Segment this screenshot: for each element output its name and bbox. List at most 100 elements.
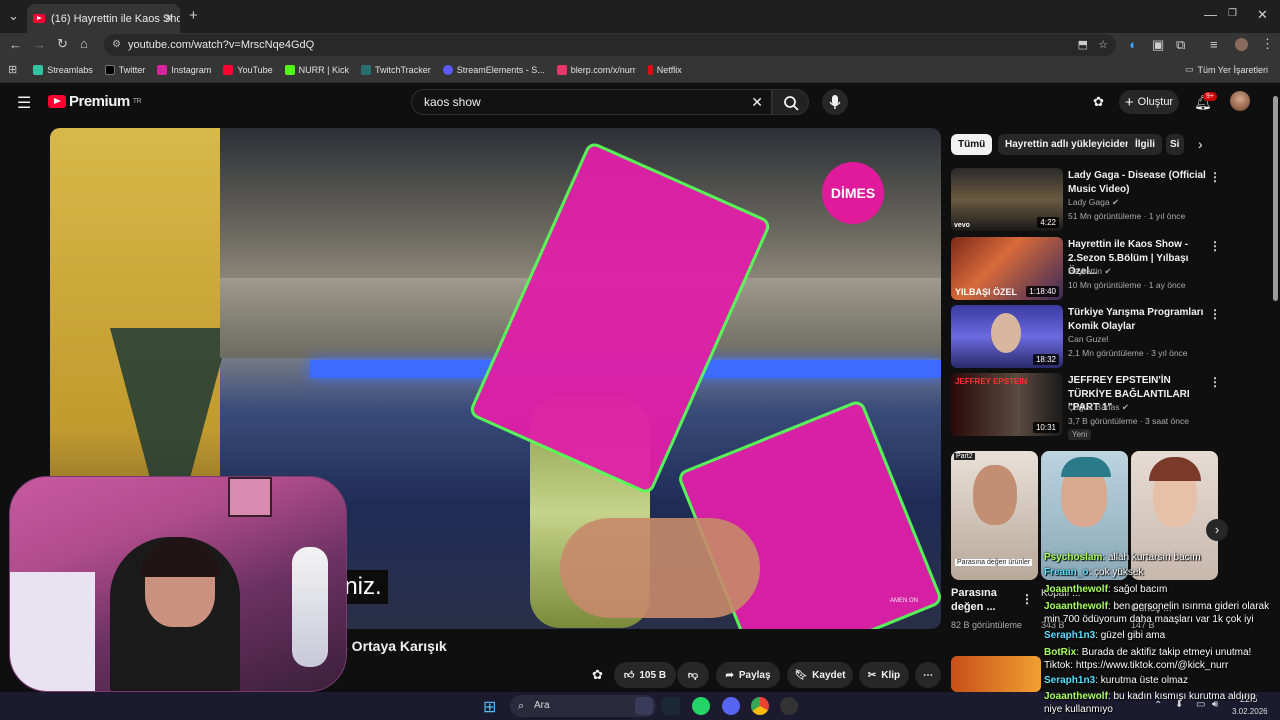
clip-button[interactable]: ✂ Klip <box>859 662 909 688</box>
bookmark-instagram[interactable]: Instagram <box>157 64 211 75</box>
webcam-overlay <box>9 476 347 692</box>
recommendation-channel: Can Guzel <box>1068 334 1109 344</box>
install-app-icon[interactable]: ⬒ <box>1078 34 1088 56</box>
chip-from-uploader[interactable]: Hayrettin adlı yükleyiciden <box>998 134 1139 155</box>
premium-badge-icon[interactable]: ✿ <box>1093 94 1104 110</box>
bookmark-streamlabs[interactable]: Streamlabs <box>33 64 93 75</box>
youtube-premium-logo[interactable]: Premium TR <box>48 93 142 110</box>
steam-icon[interactable] <box>662 697 680 715</box>
recommendation-channel: Hayrettin ✔ <box>1068 266 1112 276</box>
recommendation-item[interactable]: 18:32 Türkiye Yarışma Programları Komik … <box>951 305 1261 369</box>
bookmark-kick[interactable]: NURR | Kick <box>284 64 349 75</box>
shorts-next-icon[interactable]: › <box>1206 519 1228 541</box>
reload-icon[interactable]: ↻ <box>57 36 68 52</box>
clear-search-icon[interactable]: ✕ <box>751 90 763 114</box>
dimes-logo: DİMES <box>822 162 884 224</box>
taskbar-app-icon[interactable] <box>635 697 653 715</box>
recommendation-item[interactable]: YILBAŞI ÖZEL 1:18:40 Hayrettin ile Kaos … <box>951 237 1261 301</box>
create-button[interactable]: + Oluştur <box>1119 90 1179 114</box>
short-hair-shape <box>1061 457 1111 477</box>
chrome-menu-icon[interactable]: ⋮ <box>1261 36 1274 52</box>
all-bookmarks[interactable]: ▭ Tüm Yer İşaretleri <box>1185 64 1268 75</box>
account-avatar[interactable] <box>1230 91 1250 111</box>
premium-feature-icon[interactable]: ✿ <box>592 667 603 683</box>
media-control-icon[interactable]: ≡ <box>1210 37 1218 52</box>
share-icon: ➦ <box>725 669 734 681</box>
bookmark-streamelements[interactable]: StreamElements - S... <box>442 64 545 75</box>
video-pink-pack-shape <box>467 140 773 496</box>
recommendation-meta: 51 Mn görüntüleme · 1 yıl önce <box>1068 211 1186 221</box>
new-tab-icon[interactable]: + <box>189 7 198 24</box>
home-icon[interactable]: ⌂ <box>80 36 88 51</box>
like-button[interactable]: 👍︎ 105 B <box>614 662 676 688</box>
tab-search-icon[interactable]: ⌄ <box>8 8 19 24</box>
bookmark-twitter[interactable]: Twitter <box>104 64 145 75</box>
recommendation-thumbnail[interactable]: YILBAŞI ÖZEL 1:18:40 <box>951 237 1063 300</box>
obs-icon[interactable] <box>780 697 798 715</box>
short-views: 82 B görüntüleme <box>951 620 1023 630</box>
chips-next-icon[interactable]: › <box>1198 136 1203 152</box>
recommendation-thumbnail[interactable]: JEFFREY EPSTEIN 10:31 <box>951 373 1063 436</box>
chat-message: BotRix: Burada de aktifiz takip etmeyi u… <box>1044 647 1252 671</box>
webcam-microphone-shape <box>292 547 328 667</box>
thumbnail-text: JEFFREY EPSTEIN <box>955 377 1028 386</box>
short-more-icon[interactable]: ⋮ <box>1021 592 1033 606</box>
forward-icon[interactable]: → <box>33 37 46 52</box>
recommendation-title: Türkiye Yarışma Programları Komik Olayla… <box>1068 307 1204 332</box>
chat-message: Freaan_o: çok yüksek <box>1044 567 1144 578</box>
chat-message: Joaanthewolf: sağol bacım <box>1044 584 1168 595</box>
recommendation-item[interactable]: vevo 4:22 Lady Gaga - Disease (Official … <box>951 168 1261 232</box>
short-hair-shape <box>1149 457 1201 481</box>
whatsapp-icon[interactable] <box>692 697 710 715</box>
voice-search-button[interactable] <box>822 89 848 115</box>
recommendation-thumbnail[interactable]: 18:32 <box>951 305 1063 368</box>
chrome-icon[interactable] <box>751 697 769 715</box>
save-bookmark-icon: 🔖︎ <box>794 669 808 681</box>
extension-audio-icon[interactable]: ◖ <box>1128 37 1136 52</box>
youtube-favicon-icon <box>33 14 45 23</box>
more-actions-button[interactable]: ⋯ <box>915 662 941 688</box>
verified-icon: ✔ <box>1111 197 1120 207</box>
close-window-icon[interactable]: ✕ <box>1257 7 1268 23</box>
bookmark-netflix[interactable]: Netflix <box>647 64 682 75</box>
recommendation-thumbnail[interactable]: vevo 4:22 <box>951 168 1063 231</box>
save-button[interactable]: 🔖︎ Kaydet <box>787 662 853 688</box>
more-options-icon[interactable]: ⋮ <box>1209 375 1221 389</box>
hamburger-menu-icon[interactable]: ☰ <box>17 93 31 113</box>
bookmark-blerp[interactable]: blerp.com/x/nurr <box>556 64 636 75</box>
browser-tab[interactable]: (16) Hayrettin ile Kaos Show - 2 ✕ <box>27 4 180 33</box>
discord-icon[interactable] <box>722 697 740 715</box>
extensions-puzzle-icon[interactable]: ⧉ <box>1176 37 1185 53</box>
windows-start-icon[interactable]: ⊞ <box>483 697 496 717</box>
bookmark-twitchtracker[interactable]: TwitchTracker <box>361 64 431 75</box>
recommendation-channel: Çağlar Barlas ✔ <box>1068 402 1129 412</box>
close-tab-icon[interactable]: ✕ <box>164 11 174 25</box>
recommendation-item[interactable]: JEFFREY EPSTEIN 10:31 JEFFREY EPSTEIN'İN… <box>951 373 1261 440</box>
chip-related[interactable]: İlgili <box>1128 134 1162 155</box>
bookmark-youtube[interactable]: YouTube <box>223 64 273 75</box>
chat-message: Seraph1n3: güzel gibi ama <box>1044 630 1166 641</box>
short-caption: Parasına değen ürünler <box>955 559 1033 566</box>
more-options-icon[interactable]: ⋮ <box>1209 239 1221 253</box>
more-options-icon[interactable]: ⋮ <box>1209 170 1221 184</box>
chip-more[interactable]: Si <box>1166 134 1184 155</box>
chip-all[interactable]: Tümü <box>951 134 993 155</box>
short-thumbnail[interactable]: Part2 Parasına değen ürünler <box>951 451 1038 580</box>
dislike-button[interactable]: 👎︎ <box>677 662 709 688</box>
recommendation-thumbnail[interactable] <box>951 656 1041 692</box>
more-options-icon[interactable]: ⋮ <box>1209 307 1221 321</box>
scrollbar-thumb[interactable] <box>1273 96 1278 301</box>
back-icon[interactable]: ← <box>9 37 22 52</box>
search-input[interactable]: kaos show ✕ <box>411 89 772 115</box>
profile-avatar[interactable] <box>1235 38 1248 51</box>
bookmark-star-icon[interactable]: ☆ <box>1098 34 1108 56</box>
search-button[interactable] <box>772 89 809 115</box>
scissors-icon: ✂ <box>867 669 877 681</box>
maximize-icon[interactable]: ❐ <box>1228 8 1237 19</box>
minimize-icon[interactable]: — <box>1204 7 1217 22</box>
extension-icon[interactable]: ▣ <box>1152 37 1164 53</box>
site-info-icon[interactable]: ⚙ <box>112 34 121 56</box>
address-bar[interactable]: ⚙ youtube.com/watch?v=MrscNqe4GdQ ⬒ ☆ <box>104 34 1116 56</box>
apps-grid-icon[interactable]: ⊞ <box>8 63 17 76</box>
share-button[interactable]: ➦ Paylaş <box>716 662 780 688</box>
